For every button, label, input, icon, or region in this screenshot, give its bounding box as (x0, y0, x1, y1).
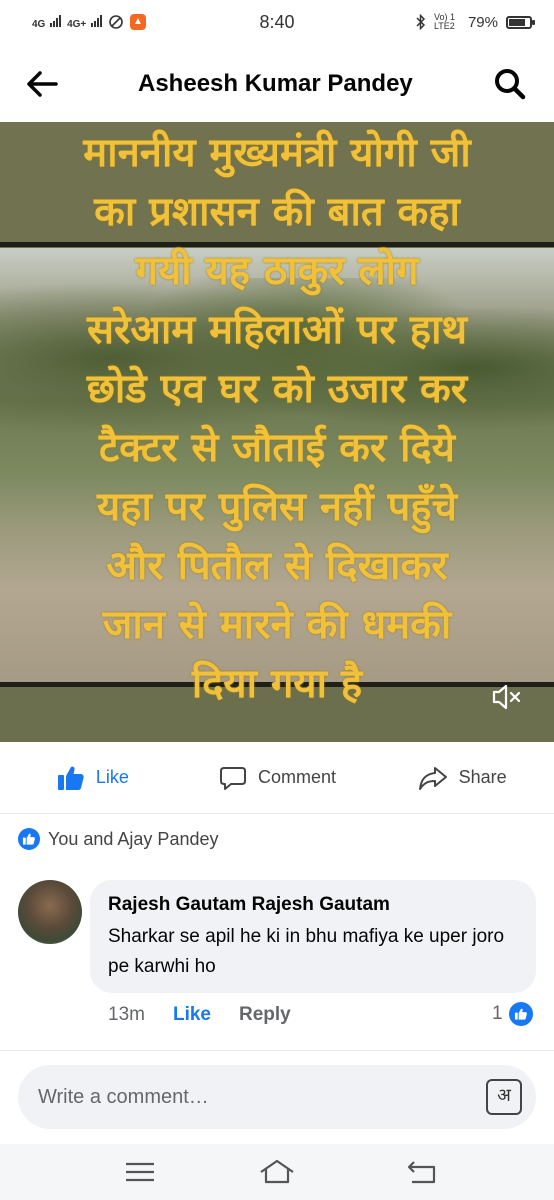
comment-meta: 13m Like Reply (108, 1004, 291, 1026)
comment-time: 13m (108, 1004, 145, 1025)
battery-fill (509, 18, 525, 26)
comment-reaction-number: 1 (492, 1003, 503, 1024)
comment-reaction-count[interactable]: 1 (492, 1002, 533, 1026)
share-label: Share (458, 767, 507, 787)
search-icon[interactable] (490, 64, 530, 104)
back-nav-icon[interactable] (402, 1154, 442, 1190)
network-type-2: 4G+ (67, 19, 87, 30)
like-reaction-icon (508, 1002, 533, 1026)
share-icon (418, 766, 447, 790)
like-button[interactable]: Like (0, 742, 185, 813)
comment-text: Sharkar se apil he ki in bhu mafiya ke u… (108, 926, 505, 977)
comment-input-container: अ (18, 1065, 536, 1129)
comment-author[interactable]: Rajesh Gautam Rajesh Gautam (108, 894, 518, 916)
reactions-text: You and Ajay Pandey (48, 828, 219, 849)
comment-icon (219, 766, 246, 790)
battery-percent: 79% (467, 13, 498, 31)
reactions-summary[interactable]: You and Ajay Pandey (18, 828, 218, 850)
app-notification-icon: ▲ (130, 14, 146, 30)
hindi-keyboard-button[interactable]: अ (486, 1079, 522, 1115)
share-button[interactable]: Share (369, 742, 554, 813)
signal-icon-2: 4G+ (67, 12, 102, 32)
bluetooth-icon (416, 14, 426, 30)
video-overlay-text: माननीय मुख्यमंत्री योगी जी का प्रशासन की… (83, 130, 471, 707)
comment-like-button[interactable]: Like (173, 1004, 211, 1026)
comment-reply-button[interactable]: Reply (239, 1004, 291, 1026)
network-type-1: 4G (32, 19, 46, 30)
page-title: Asheesh Kumar Pandey (138, 70, 413, 97)
comment-input[interactable] (38, 1075, 478, 1119)
thumbs-up-icon (57, 766, 84, 790)
comment-composer: अ (0, 1050, 554, 1144)
avatar[interactable] (18, 880, 82, 944)
battery-icon (506, 15, 535, 29)
comment-bubble[interactable]: Rajesh Gautam Rajesh Gautam Sharkar se a… (90, 880, 536, 993)
volte-indicator: Vo) 1 LTE2 (433, 12, 455, 31)
system-nav-bar (0, 1144, 554, 1200)
volume-mute-icon[interactable] (488, 678, 526, 716)
status-bar: 4G 4G+ ▲ 8:40 Vo) 1 LTE2 79% (0, 0, 554, 44)
signal-icon: 4G (32, 12, 62, 32)
menu-icon[interactable] (120, 1154, 160, 1190)
header: Asheesh Kumar Pandey (0, 44, 554, 122)
arrow-left-icon[interactable] (22, 64, 62, 104)
like-reaction-icon (18, 828, 40, 850)
like-label: Like (95, 767, 129, 787)
data-saver-icon (109, 15, 123, 29)
status-right: Vo) 1 LTE2 79% (416, 12, 535, 31)
comment-label: Comment (257, 767, 337, 787)
post-actions: Like Comment Share (0, 742, 554, 814)
video-player[interactable]: माननीय मुख्यमंत्री योगी जी का प्रशासन की… (0, 122, 554, 742)
status-left: 4G 4G+ ▲ (32, 12, 232, 32)
home-icon[interactable] (257, 1154, 297, 1190)
comment-button[interactable]: Comment (185, 742, 370, 813)
